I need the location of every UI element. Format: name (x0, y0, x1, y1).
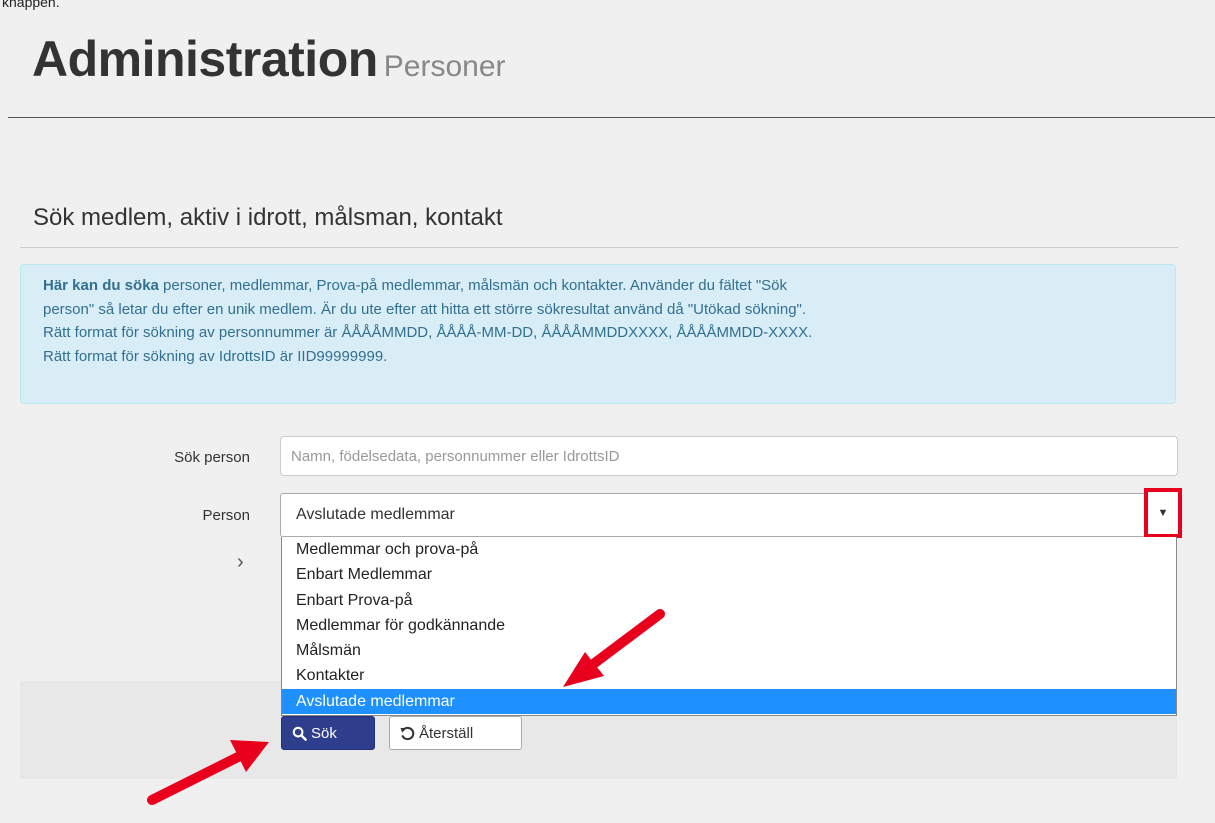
annotation-arrow-to-search-button (147, 740, 269, 805)
annotation-arrow-to-option (563, 609, 665, 687)
annotation-arrows (147, 609, 665, 805)
